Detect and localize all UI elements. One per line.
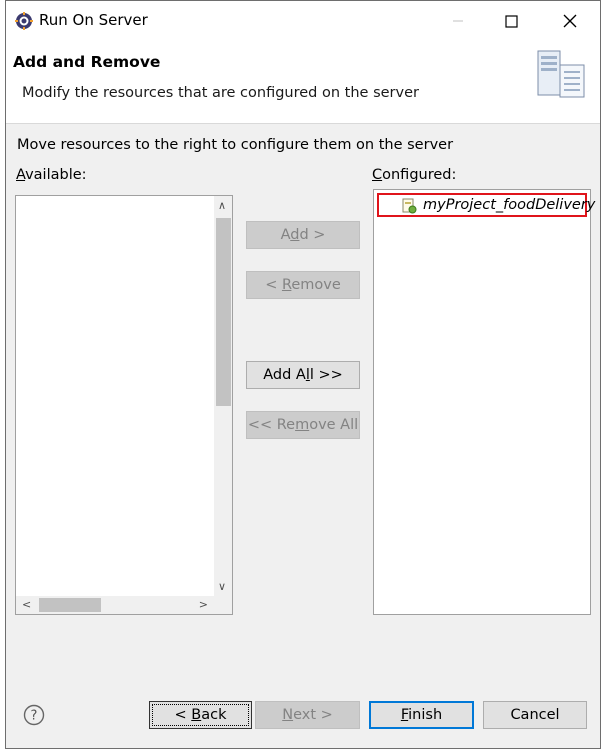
cancel-button[interactable]: Cancel xyxy=(483,701,587,729)
available-vertical-scrollbar[interactable]: ∧ ∨ xyxy=(214,196,232,596)
svg-text:?: ? xyxy=(31,709,38,724)
title-bar[interactable]: Run On Server xyxy=(6,1,600,39)
horizontal-scroll-thumb[interactable] xyxy=(39,598,101,612)
scroll-down-icon[interactable]: ∨ xyxy=(218,580,226,593)
server-icon xyxy=(537,50,585,98)
scroll-right-icon[interactable]: > xyxy=(199,598,208,611)
configured-label: Configured: xyxy=(372,167,457,183)
scrollbar-corner xyxy=(214,596,232,614)
add-button[interactable]: Add > xyxy=(246,221,360,249)
available-label: Available: xyxy=(16,167,87,183)
available-list[interactable]: ∧ ∨ < > xyxy=(15,195,233,615)
help-icon[interactable]: ? xyxy=(23,704,45,726)
page-title: Add and Remove xyxy=(13,53,161,71)
scroll-up-icon[interactable]: ∧ xyxy=(218,199,226,212)
wizard-banner: Add and Remove Modify the resources that… xyxy=(6,39,600,124)
back-button[interactable]: < Back xyxy=(149,701,252,729)
remove-button[interactable]: < Remove xyxy=(246,271,360,299)
next-button[interactable]: Next > xyxy=(255,701,360,729)
maximize-icon[interactable] xyxy=(497,9,525,33)
eclipse-icon xyxy=(15,12,33,30)
remove-all-button[interactable]: << Remove All xyxy=(246,411,360,439)
configured-item-label: myProject_foodDelivery xyxy=(423,197,596,213)
scroll-left-icon[interactable]: < xyxy=(22,598,31,611)
window-title: Run On Server xyxy=(39,11,148,29)
finish-button[interactable]: Finish xyxy=(369,701,474,729)
configured-list[interactable]: myProject_foodDelivery xyxy=(373,189,595,615)
vertical-scroll-thumb[interactable] xyxy=(216,218,231,406)
close-icon[interactable] xyxy=(556,9,584,33)
add-all-button[interactable]: Add All >> xyxy=(246,361,360,389)
run-on-server-dialog: Run On Server Add and Remove Modify the … xyxy=(5,0,601,749)
web-module-icon xyxy=(402,198,417,214)
minimize-icon[interactable] xyxy=(444,9,472,33)
available-horizontal-scrollbar[interactable]: < > xyxy=(16,596,214,614)
list-item[interactable]: myProject_foodDelivery xyxy=(377,193,595,217)
page-description: Modify the resources that are configured… xyxy=(22,85,419,101)
instruction-text: Move resources to the right to configure… xyxy=(17,137,454,153)
